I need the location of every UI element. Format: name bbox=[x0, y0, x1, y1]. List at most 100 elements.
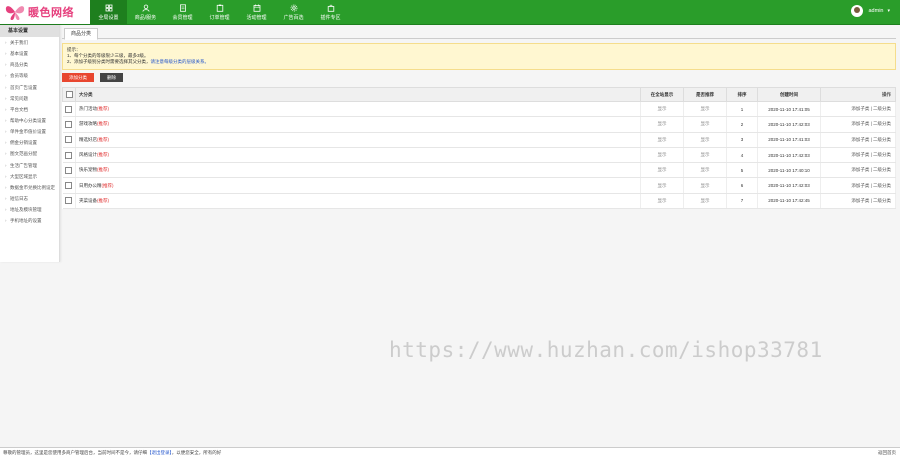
cell-ops[interactable]: 添加子类 | 二级分类 bbox=[820, 193, 896, 210]
cell-show[interactable]: 显示 bbox=[640, 162, 684, 179]
cell-ops[interactable]: 添加子类 | 二级分类 bbox=[820, 147, 896, 164]
sidebar-item[interactable]: 基本设置 bbox=[0, 48, 59, 59]
cell-name: 日用办公精(推荐) bbox=[75, 177, 641, 194]
sidebar-item[interactable]: 短信日志 bbox=[0, 193, 59, 204]
cell-ops[interactable]: 添加子类 | 二级分类 bbox=[820, 132, 896, 148]
add-category-button[interactable]: 添加分类 bbox=[62, 73, 94, 82]
butterfly-logo-icon bbox=[5, 6, 25, 20]
nav-item-2[interactable]: 会员管理 bbox=[164, 0, 201, 24]
cell-recommend[interactable]: 显示 bbox=[683, 177, 727, 194]
cell-name: 快乐宠物(推荐) bbox=[75, 162, 641, 179]
cell-ops[interactable]: 添加子类 | 二级分类 bbox=[820, 116, 896, 133]
category-name[interactable]: 快乐宠物 bbox=[79, 167, 97, 172]
category-name[interactable]: 风格设计 bbox=[79, 152, 97, 157]
cell-show[interactable]: 显示 bbox=[640, 193, 684, 210]
category-name[interactable]: 夹菜设备 bbox=[79, 198, 97, 203]
sidebar-item[interactable]: 生活广告管理 bbox=[0, 160, 59, 171]
nav-item-5[interactable]: 广告百选 bbox=[275, 0, 312, 24]
row-checkbox[interactable] bbox=[65, 197, 73, 205]
nav-item-label: 插件专区 bbox=[320, 14, 341, 21]
cell-recommend[interactable]: 显示 bbox=[683, 132, 727, 148]
row-checkbox[interactable] bbox=[65, 120, 73, 128]
row-select-cell[interactable] bbox=[62, 132, 76, 148]
nav-item-3[interactable]: 订单管理 bbox=[201, 0, 238, 24]
tab-product-category[interactable]: 商品分类 bbox=[64, 28, 99, 40]
cell-order[interactable]: 7 bbox=[726, 193, 758, 210]
sidebar-item[interactable]: 帮助中心分类设置 bbox=[0, 115, 59, 126]
row-checkbox[interactable] bbox=[65, 182, 73, 190]
cell-order[interactable]: 5 bbox=[726, 162, 758, 179]
nav-item-0[interactable]: 全局设置 bbox=[90, 0, 127, 24]
sidebar-item[interactable]: 平台文档 bbox=[0, 104, 59, 115]
category-name[interactable]: 游戏攻略 bbox=[79, 121, 97, 126]
cell-ops[interactable]: 添加子类 | 二级分类 bbox=[820, 177, 896, 194]
user-menu[interactable]: admin ▾ bbox=[850, 5, 890, 17]
row-select-cell[interactable] bbox=[62, 116, 76, 133]
cell-name: 游戏攻略(推荐) bbox=[75, 116, 641, 133]
sidebar-item[interactable]: 会员等级 bbox=[0, 70, 59, 81]
logout-link[interactable]: 【退出登录】 bbox=[147, 450, 172, 455]
cell-order[interactable]: 6 bbox=[726, 177, 758, 194]
sidebar-item[interactable]: 数据金币兑换比例设定 bbox=[0, 182, 59, 193]
cell-show[interactable]: 显示 bbox=[640, 147, 684, 164]
cell-order[interactable]: 2 bbox=[726, 116, 758, 133]
cell-show[interactable]: 显示 bbox=[640, 132, 684, 148]
document-icon bbox=[179, 3, 186, 12]
sidebar-item[interactable]: 常见问题 bbox=[0, 93, 59, 104]
cell-show[interactable]: 显示 bbox=[640, 101, 684, 118]
cell-recommend[interactable]: 显示 bbox=[683, 193, 727, 210]
cell-recommend[interactable]: 显示 bbox=[683, 147, 727, 164]
cell-order[interactable]: 1 bbox=[726, 101, 758, 118]
sidebar-item[interactable]: 图文范画分配 bbox=[0, 148, 59, 159]
sidebar-item[interactable]: 单件金币值价设置 bbox=[0, 126, 59, 137]
sidebar-item[interactable]: 关于我们 bbox=[0, 37, 59, 48]
cell-recommend[interactable]: 显示 bbox=[683, 162, 727, 179]
cell-time: 2020-11-10 17:42:03 bbox=[757, 147, 821, 164]
cell-ops[interactable]: 添加子类 | 二级分类 bbox=[820, 101, 896, 118]
category-name[interactable]: 日用办公精 bbox=[79, 183, 102, 188]
sidebar-item[interactable]: 大型区域显示 bbox=[0, 171, 59, 182]
cell-time: 2020-11-10 17:42:03 bbox=[757, 177, 821, 194]
row-select-cell[interactable] bbox=[62, 177, 76, 194]
row-select-cell[interactable] bbox=[62, 101, 76, 118]
cell-recommend[interactable]: 显示 bbox=[683, 116, 727, 133]
sidebar-item[interactable]: 首页广告设置 bbox=[0, 82, 59, 93]
logo[interactable]: 暖色网络 bbox=[0, 0, 90, 24]
table-row: 日用办公精(推荐) 显示 显示 6 2020-11-10 17:42:03 添加子类 | … bbox=[62, 177, 896, 194]
nav-item-6[interactable]: 插件专区 bbox=[312, 0, 349, 24]
cell-time: 2020-11-10 17:41:03 bbox=[757, 132, 821, 148]
nav-item-1[interactable]: 商品/服务 bbox=[127, 0, 164, 24]
sidebar-item[interactable]: 佣金分销设置 bbox=[0, 137, 59, 148]
select-all-cell[interactable] bbox=[62, 87, 76, 102]
select-all-checkbox[interactable] bbox=[65, 91, 73, 98]
category-name[interactable]: 热门活动 bbox=[79, 106, 97, 111]
cell-show[interactable]: 显示 bbox=[640, 116, 684, 133]
sidebar-item[interactable]: 商品分类 bbox=[0, 59, 59, 70]
sidebar-item[interactable]: 地址及模块管理 bbox=[0, 204, 59, 215]
delete-button[interactable]: 删除 bbox=[100, 73, 123, 82]
category-name[interactable]: 精选好店 bbox=[79, 137, 97, 142]
row-checkbox[interactable] bbox=[65, 166, 73, 174]
cell-recommend[interactable]: 显示 bbox=[683, 101, 727, 118]
row-checkbox[interactable] bbox=[65, 151, 73, 159]
row-select-cell[interactable] bbox=[62, 193, 76, 210]
row-checkbox[interactable] bbox=[65, 105, 73, 113]
avatar bbox=[850, 5, 863, 17]
nav-item-label: 全局设置 bbox=[98, 14, 119, 21]
main-nav: 全局设置 商品/服务 会员管理 订单管理 活动管理 广告百选 插件专区 bbox=[90, 0, 349, 24]
row-select-cell[interactable] bbox=[62, 162, 76, 179]
table-row: 热门活动(推荐) 显示 显示 1 2020-11-10 17:41:05 添加子类 | 二… bbox=[62, 101, 896, 118]
cell-order[interactable]: 3 bbox=[726, 132, 758, 148]
sidebar-title: 基本设置 bbox=[0, 25, 59, 37]
grid-icon bbox=[105, 4, 112, 11]
back-home-link[interactable]: 返回首页 bbox=[878, 448, 896, 457]
row-select-cell[interactable] bbox=[62, 147, 76, 164]
hot-tag: (推荐) bbox=[97, 197, 109, 203]
action-buttons: 添加分类 删除 bbox=[62, 73, 896, 83]
cell-ops[interactable]: 添加子类 | 二级分类 bbox=[820, 162, 896, 179]
cell-order[interactable]: 4 bbox=[726, 147, 758, 164]
row-checkbox[interactable] bbox=[65, 136, 73, 144]
sidebar-item[interactable]: 手机地址的设置 bbox=[0, 215, 59, 226]
cell-show[interactable]: 显示 bbox=[640, 177, 684, 194]
nav-item-4[interactable]: 活动管理 bbox=[238, 0, 275, 24]
